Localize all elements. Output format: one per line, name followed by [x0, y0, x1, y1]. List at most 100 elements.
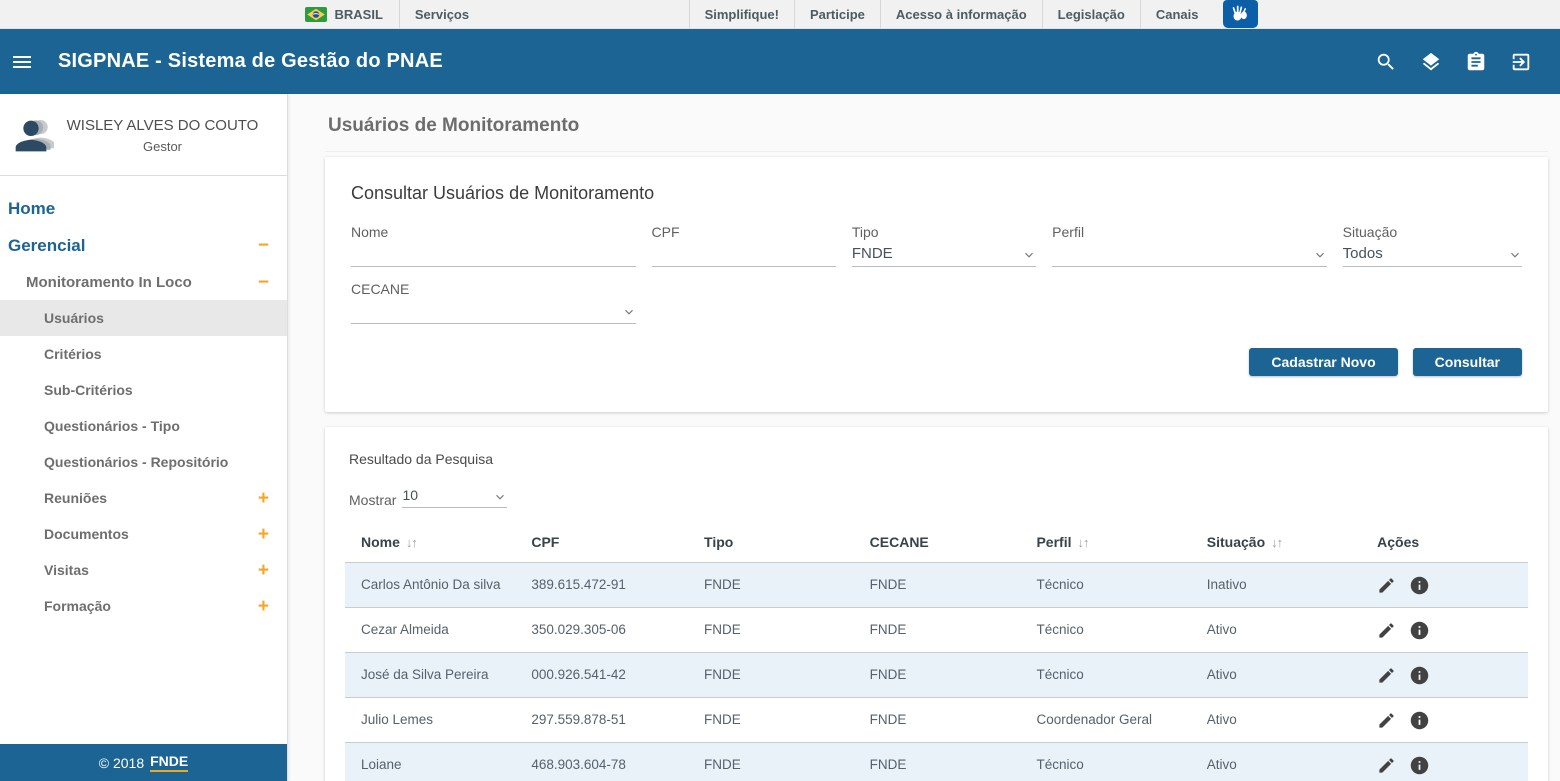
chevron-down-icon	[1313, 248, 1327, 262]
show-label: Mostrar	[349, 492, 396, 508]
info-icon[interactable]	[1409, 755, 1430, 776]
cell-perfil: Coordenador Geral	[1020, 698, 1190, 743]
brasil-gov-link[interactable]: BRASIL	[303, 0, 399, 28]
sidebar-item[interactable]: Documentos +	[0, 516, 287, 552]
sidebar-item[interactable]: Critérios	[0, 336, 287, 372]
gov-link[interactable]: Legislação	[1042, 0, 1140, 28]
fnde-link[interactable]: FNDE	[150, 753, 188, 772]
search-card: Consultar Usuários de Monitoramento Nome…	[325, 157, 1548, 412]
gov-link[interactable]: Participe	[794, 0, 880, 28]
edit-icon[interactable]	[1377, 666, 1396, 685]
column-label: CECANE	[870, 534, 929, 550]
situacao-value: Todos	[1343, 245, 1383, 262]
gov-link[interactable]: Acesso à informação	[880, 0, 1042, 28]
results-title: Resultado da Pesquisa	[349, 451, 1524, 467]
sort-icon[interactable]: ↓↑	[1077, 535, 1088, 550]
sidebar-item[interactable]: Formação +	[0, 588, 287, 624]
cell-tipo: FNDE	[688, 563, 854, 608]
tipo-label: Tipo	[852, 224, 1036, 242]
consultar-button[interactable]: Consultar	[1413, 348, 1522, 376]
column-header[interactable]: Situação↓↑	[1191, 522, 1361, 563]
expand-toggle-icon: +	[258, 489, 269, 508]
cecane-select[interactable]: CECANE	[351, 281, 636, 324]
vlibras-accessibility-button[interactable]	[1223, 0, 1258, 28]
cell-perfil: Técnico	[1020, 743, 1190, 781]
sidebar-item[interactable]: Gerencial −	[0, 227, 287, 264]
nome-field[interactable]: Nome	[351, 224, 636, 267]
sidebar-item[interactable]: Monitoramento In Loco −	[0, 264, 287, 300]
column-header[interactable]: CPF↓↑	[515, 522, 688, 563]
column-header[interactable]: Tipo↓↑	[688, 522, 854, 563]
sidebar-item-label: Monitoramento In Loco	[26, 274, 192, 291]
perfil-label: Perfil	[1052, 224, 1327, 242]
sidebar-item[interactable]: Reuniões +	[0, 480, 287, 516]
sidebar-item-label: Formação	[44, 598, 111, 614]
layers-icon[interactable]	[1420, 51, 1442, 73]
cell-nome: Loiane	[345, 743, 515, 781]
tipo-select[interactable]: Tipo FNDE	[852, 224, 1036, 267]
cell-cecane: FNDE	[854, 653, 1021, 698]
info-icon[interactable]	[1409, 620, 1430, 641]
sidebar-item[interactable]: Usuários	[0, 300, 287, 336]
copyright-text: © 2018	[99, 755, 144, 771]
cell-tipo: FNDE	[688, 743, 854, 781]
user-avatar-icon	[8, 113, 54, 159]
sidebar-item-label: Questionários - Tipo	[44, 418, 180, 434]
vlibras-hands-icon	[1230, 4, 1250, 24]
clipboard-icon[interactable]	[1465, 51, 1487, 73]
cell-nome: Cezar Almeida	[345, 608, 515, 653]
cadastrar-novo-button[interactable]: Cadastrar Novo	[1249, 348, 1397, 376]
cell-nome: José da Silva Pereira	[345, 653, 515, 698]
gov-link[interactable]: Simplifique!	[689, 0, 794, 28]
cell-nome: Julio Lemes	[345, 698, 515, 743]
column-header[interactable]: Nome ↓↑	[345, 522, 515, 563]
user-panel: WISLEY ALVES DO COUTO Gestor	[0, 94, 287, 176]
search-card-title: Consultar Usuários de Monitoramento	[351, 183, 1522, 204]
sidebar-item-label: Usuários	[44, 310, 104, 326]
edit-icon[interactable]	[1377, 576, 1396, 595]
column-header[interactable]: Perfil↓↑	[1020, 522, 1190, 563]
cell-cpf: 350.029.305-06	[515, 608, 688, 653]
sort-icon[interactable]: ↓↑	[1271, 535, 1282, 550]
page-size-select[interactable]: 10	[402, 487, 507, 508]
nome-label: Nome	[351, 224, 636, 242]
info-icon[interactable]	[1409, 665, 1430, 686]
search-icon[interactable]	[1375, 51, 1397, 73]
cecane-label: CECANE	[351, 281, 636, 299]
edit-icon[interactable]	[1377, 621, 1396, 640]
situacao-select[interactable]: Situação Todos	[1343, 224, 1522, 267]
app-title: SIGPNAE - Sistema de Gestão do PNAE	[58, 50, 443, 73]
logout-icon[interactable]	[1510, 51, 1532, 73]
cell-cecane: FNDE	[854, 698, 1021, 743]
app-header: SIGPNAE - Sistema de Gestão do PNAE	[0, 29, 1560, 94]
column-label: Nome	[361, 534, 400, 550]
info-icon[interactable]	[1409, 710, 1430, 731]
info-icon[interactable]	[1409, 575, 1430, 596]
situacao-label: Situação	[1343, 224, 1522, 242]
column-header[interactable]: Ações↓↑	[1361, 522, 1528, 563]
perfil-select[interactable]: Perfil	[1052, 224, 1327, 267]
cell-cecane: FNDE	[854, 608, 1021, 653]
cpf-field[interactable]: CPF	[652, 224, 836, 267]
chevron-down-icon	[1022, 248, 1036, 262]
table-row: Carlos Antônio Da silva 389.615.472-91 F…	[345, 563, 1528, 608]
edit-icon[interactable]	[1377, 711, 1396, 730]
sidebar-item[interactable]: Visitas +	[0, 552, 287, 588]
edit-icon[interactable]	[1377, 756, 1396, 775]
sidebar-item[interactable]: Sub-Critérios	[0, 372, 287, 408]
sidebar-item[interactable]: Questionários - Repositório	[0, 444, 287, 480]
column-label: Ações	[1377, 534, 1419, 550]
gov-link[interactable]: Serviços	[399, 0, 484, 28]
gov-link[interactable]: Canais	[1140, 0, 1214, 28]
cell-situacao: Ativo	[1191, 608, 1361, 653]
menu-icon[interactable]	[10, 50, 34, 74]
expand-toggle-icon: +	[258, 597, 269, 616]
sidebar-item[interactable]: Home	[0, 190, 287, 227]
page-size-value: 10	[402, 487, 418, 504]
sidebar-item[interactable]: Questionários - Tipo	[0, 408, 287, 444]
sort-icon[interactable]: ↓↑	[406, 535, 417, 550]
sidebar-item-label: Reuniões	[44, 490, 107, 506]
column-header[interactable]: CECANE↓↑	[854, 522, 1021, 563]
user-role: Gestor	[54, 139, 271, 154]
cell-situacao: Ativo	[1191, 653, 1361, 698]
